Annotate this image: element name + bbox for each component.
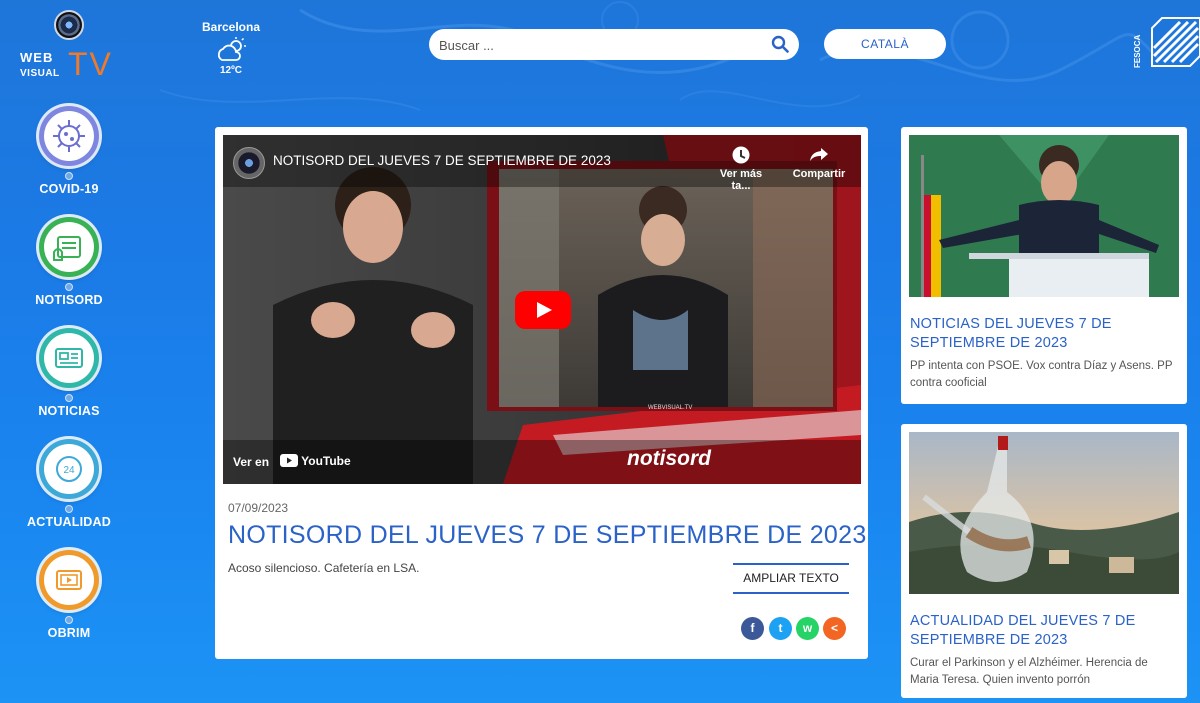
play-button[interactable] (515, 291, 571, 329)
search-bar[interactable] (429, 29, 799, 60)
sign-language-icon (53, 236, 81, 261)
actualidad-card-title[interactable]: ACTUALIDAD DEL JUEVES 7 DE SEPTIEMBRE DE… (910, 612, 1160, 650)
search-icon[interactable] (771, 35, 789, 53)
sidebar-circle[interactable] (39, 106, 99, 166)
search-input[interactable] (439, 35, 759, 55)
actualidad-card-image[interactable] (909, 432, 1179, 594)
notisord-overlay-tag: notisord (627, 447, 711, 470)
sidebar-circle[interactable] (39, 328, 99, 388)
sidebar-item-label: NOTISORD (35, 293, 103, 307)
sidebar-item-label: ACTUALIDAD (27, 515, 111, 529)
sidebar-dot (65, 616, 73, 624)
news-card-image[interactable] (909, 135, 1179, 297)
news-card-description: PP intenta con PSOE. Vox contra Díaz y A… (910, 360, 1173, 389)
video-share-label: Compartir (792, 168, 846, 180)
virus-icon (53, 120, 85, 152)
featured-article-card: NOTISORD DEL JUEVES 7 DE SEPTIEMBRE DE 2… (215, 127, 868, 659)
sidebar-dot (65, 505, 73, 513)
sidebar-item-label: OBRIM (47, 626, 91, 640)
weather-widget: Barcelona 12ºC (196, 20, 266, 76)
logo-visual-text: VISUAL (20, 68, 60, 79)
fesoca-logo-text: FESOCA (1133, 34, 1142, 68)
youtube-text: YouTube (301, 454, 351, 468)
partly-cloudy-icon (217, 37, 246, 61)
camera-lens-icon (54, 10, 84, 40)
sidebar-dot (65, 172, 73, 180)
twitter-share-button[interactable]: t (769, 617, 792, 640)
facebook-share-button[interactable]: f (741, 617, 764, 640)
sidebar-circle[interactable]: 24 (39, 439, 99, 499)
article-headline[interactable]: NOTISORD DEL JUEVES 7 DE SEPTIEMBRE DE 2… (228, 521, 867, 550)
youtube-logo[interactable]: YouTube (280, 454, 351, 468)
video-title[interactable]: NOTISORD DEL JUEVES 7 DE SEPTIEMBRE DE 2… (273, 153, 611, 168)
youtube-icon (280, 454, 298, 467)
sidebar-dot (65, 283, 73, 291)
article-date: 07/09/2023 (228, 501, 289, 515)
twitter-icon: t (778, 621, 783, 635)
sidebar-dot (65, 394, 73, 402)
video-share-button[interactable]: Compartir (789, 145, 849, 180)
watch-on-label[interactable]: Ver en (233, 455, 269, 469)
sidebar-circle[interactable] (39, 217, 99, 277)
actualidad-card[interactable]: ACTUALIDAD DEL JUEVES 7 DE SEPTIEMBRE DE… (901, 424, 1187, 698)
facebook-icon: f (750, 621, 755, 635)
sidebar-item-obrim[interactable]: OBRIM (25, 550, 113, 640)
article-summary: Acoso silencioso. Cafetería en LSA. (228, 561, 420, 575)
video-watermark: WEBVISUAL.TV (648, 405, 693, 411)
language-button[interactable]: CATALÀ (824, 29, 946, 59)
svg-text:24: 24 (63, 465, 75, 476)
sidebar-circle[interactable] (39, 550, 99, 610)
sidebar-item-covid[interactable]: COVID-19 (25, 106, 113, 196)
whatsapp-icon: w (802, 621, 813, 635)
weather-city: Barcelona (201, 20, 261, 34)
sidebar-item-actualidad[interactable]: 24 ACTUALIDAD (25, 439, 113, 529)
watch-later-button[interactable]: Ver más ta... (709, 145, 773, 192)
video-player[interactable]: NOTISORD DEL JUEVES 7 DE SEPTIEMBRE DE 2… (223, 135, 861, 484)
channel-avatar[interactable] (233, 147, 265, 179)
sidebar-item-label: COVID-19 (39, 182, 99, 196)
sidebar-item-noticias[interactable]: NOTICIAS (25, 328, 113, 418)
clock-icon (732, 146, 750, 164)
expand-text-button[interactable]: AMPLIAR TEXTO (733, 563, 849, 594)
generic-share-button[interactable]: < (823, 617, 846, 640)
news-card[interactable]: NOTICIAS DEL JUEVES 7 DE SEPTIEMBRE DE 2… (901, 127, 1187, 404)
sidebar-item-label: NOTICIAS (38, 404, 100, 418)
video-folder-icon (56, 570, 82, 590)
clock-24-icon: 24 (56, 456, 82, 482)
logo-web-text: WEB (20, 50, 54, 65)
fesoca-logo[interactable]: FESOCA (1130, 10, 1200, 80)
sidebar-item-notisord[interactable]: NOTISORD (25, 217, 113, 307)
watch-later-label: Ver más ta... (719, 168, 763, 192)
site-logo[interactable]: WEB VISUAL TV (18, 8, 120, 84)
weather-temperature: 12ºC (220, 65, 242, 76)
logo-tv-text: TV (68, 46, 113, 82)
news-card-title[interactable]: NOTICIAS DEL JUEVES 7 DE SEPTIEMBRE DE 2… (910, 315, 1160, 353)
actualidad-card-description: Curar el Parkinson y el Alzhéimer. Heren… (910, 657, 1148, 686)
newspaper-icon (55, 348, 83, 368)
share-arrow-icon (810, 148, 828, 161)
share-icon: < (830, 621, 838, 635)
whatsapp-share-button[interactable]: w (796, 617, 819, 640)
